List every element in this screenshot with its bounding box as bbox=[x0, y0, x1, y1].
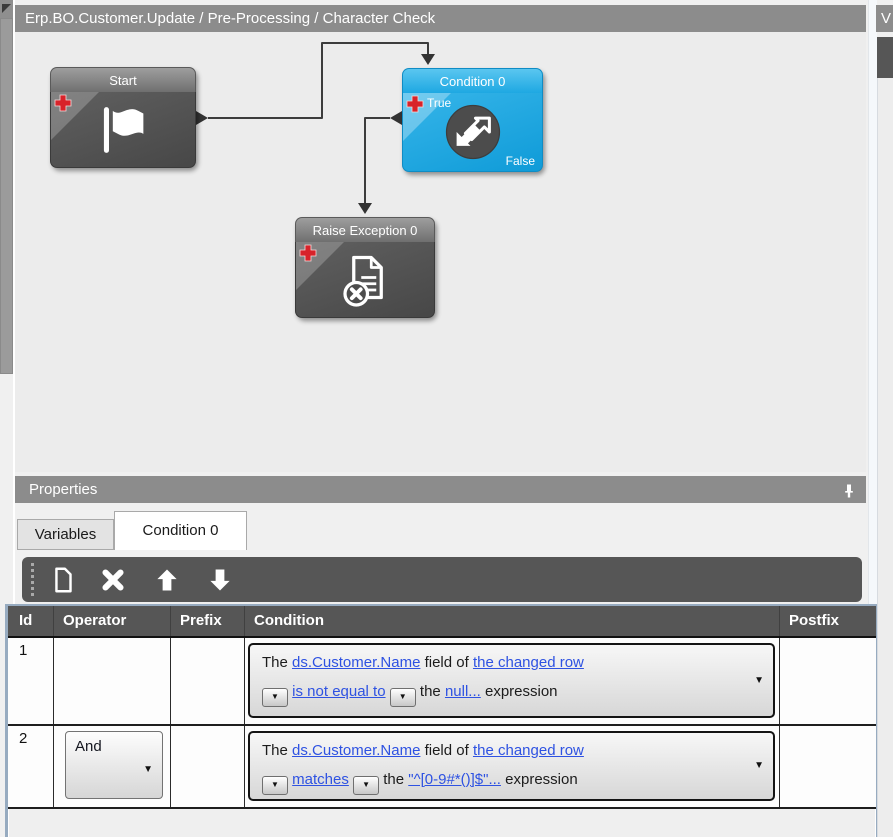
right-panel-toolbar-edge bbox=[877, 37, 893, 78]
caret-down-icon: ▼ bbox=[143, 764, 153, 775]
condition-grid: Id Operator Prefix Condition Postfix 1 T… bbox=[5, 604, 879, 837]
node-condition-title: Condition 0 bbox=[402, 68, 543, 93]
operator-picker-button[interactable]: ▼ bbox=[262, 776, 288, 795]
field-link[interactable]: ds.Customer.Name bbox=[292, 654, 420, 671]
node-start[interactable]: Start bbox=[50, 67, 196, 168]
bpm-designer-window: Erp.BO.Customer.Update / Pre-Processing … bbox=[0, 0, 893, 837]
header-prefix[interactable]: Prefix bbox=[171, 606, 245, 636]
static-text: field of bbox=[424, 654, 469, 671]
caret-down-icon: ▼ bbox=[398, 692, 407, 701]
condition-row: 1 The ds.Customer.Name field of the chan… bbox=[8, 638, 876, 726]
tab-condition-0[interactable]: Condition 0 bbox=[114, 511, 247, 550]
left-scrollbar-thumb[interactable] bbox=[0, 18, 13, 374]
condition-toolbar bbox=[22, 557, 862, 602]
delete-row-button[interactable] bbox=[96, 563, 130, 596]
condition-expression-editor[interactable]: The ds.Customer.Name field of the change… bbox=[248, 643, 775, 718]
node-raise-exception[interactable]: Raise Exception 0 bbox=[295, 217, 435, 318]
header-postfix[interactable]: Postfix bbox=[780, 606, 876, 636]
condition-expression-editor[interactable]: The ds.Customer.Name field of the change… bbox=[248, 731, 775, 801]
value-picker-button[interactable]: ▼ bbox=[389, 688, 416, 707]
collapse-arrow-icon bbox=[2, 4, 11, 13]
header-condition[interactable]: Condition bbox=[245, 606, 780, 636]
value-link[interactable]: null... bbox=[445, 683, 481, 700]
node-start-title: Start bbox=[50, 67, 196, 92]
delete-x-icon bbox=[102, 568, 124, 591]
static-text: The bbox=[262, 654, 288, 671]
move-down-button[interactable] bbox=[203, 563, 237, 596]
regex-value-link[interactable]: "^[0-9#*()]$"... bbox=[408, 771, 501, 788]
field-link[interactable]: ds.Customer.Name bbox=[292, 742, 420, 759]
row-id: 2 bbox=[19, 730, 28, 747]
grid-header-row: Id Operator Prefix Condition Postfix bbox=[8, 606, 876, 638]
properties-title: Properties bbox=[29, 481, 98, 498]
operator-value: And bbox=[75, 738, 102, 755]
caret-down-icon: ▼ bbox=[754, 674, 764, 686]
arrow-down-icon bbox=[210, 569, 230, 590]
exception-document-icon bbox=[296, 242, 434, 317]
workflow-breadcrumb-title: Erp.BO.Customer.Update / Pre-Processing … bbox=[15, 5, 866, 32]
static-text: field of bbox=[424, 742, 469, 759]
postfix-cell bbox=[780, 638, 876, 724]
caret-down-icon: ▼ bbox=[362, 780, 370, 789]
postfix-cell bbox=[780, 726, 876, 807]
node-condition[interactable]: Condition 0 True False bbox=[402, 68, 543, 172]
collapse-arrow-button[interactable] bbox=[0, 0, 13, 18]
changed-row-link[interactable]: the changed row bbox=[473, 654, 584, 671]
right-collapsed-panel: V bbox=[876, 0, 893, 837]
static-text: the bbox=[383, 771, 405, 788]
operator-cell bbox=[54, 638, 171, 724]
flag-icon bbox=[51, 92, 195, 167]
comparison-operator-link[interactable]: matches bbox=[292, 771, 349, 788]
static-text: the bbox=[419, 683, 441, 700]
static-text: expression bbox=[484, 683, 558, 700]
properties-panel-header: Properties bbox=[15, 476, 866, 503]
prefix-cell bbox=[171, 726, 245, 807]
false-branch-label: False bbox=[505, 154, 535, 168]
workflow-canvas[interactable]: Start Condition 0 True False Raise Excep… bbox=[15, 32, 866, 472]
tab-variables[interactable]: Variables bbox=[17, 519, 114, 550]
header-operator[interactable]: Operator bbox=[54, 606, 171, 636]
move-up-button[interactable] bbox=[150, 563, 184, 596]
operator-picker-button[interactable]: ▼ bbox=[262, 688, 288, 707]
pin-icon[interactable] bbox=[841, 481, 857, 498]
row-id: 1 bbox=[19, 642, 28, 659]
right-panel-body bbox=[877, 78, 893, 837]
operator-dropdown[interactable]: And ▼ bbox=[65, 731, 163, 799]
toolbar-grip-handle[interactable] bbox=[31, 563, 34, 596]
caret-down-icon: ▼ bbox=[271, 692, 279, 701]
caret-down-icon: ▼ bbox=[754, 760, 764, 771]
caret-down-icon: ▼ bbox=[271, 780, 279, 789]
static-text: The bbox=[262, 742, 288, 759]
comparison-operator-link[interactable]: is not equal to bbox=[292, 683, 385, 700]
static-text: expression bbox=[505, 771, 578, 788]
prefix-cell bbox=[171, 638, 245, 724]
arrow-up-icon bbox=[157, 569, 177, 590]
new-row-button[interactable] bbox=[46, 563, 80, 596]
value-picker-button[interactable]: ▼ bbox=[353, 776, 380, 795]
node-raise-exception-title: Raise Exception 0 bbox=[295, 217, 435, 242]
condition-row: 2 And ▼ The ds.Customer.Name field of th… bbox=[8, 726, 876, 809]
right-panel-title: V bbox=[876, 5, 893, 32]
changed-row-link[interactable]: the changed row bbox=[473, 742, 584, 759]
header-id[interactable]: Id bbox=[8, 606, 54, 636]
new-document-icon bbox=[55, 567, 72, 592]
